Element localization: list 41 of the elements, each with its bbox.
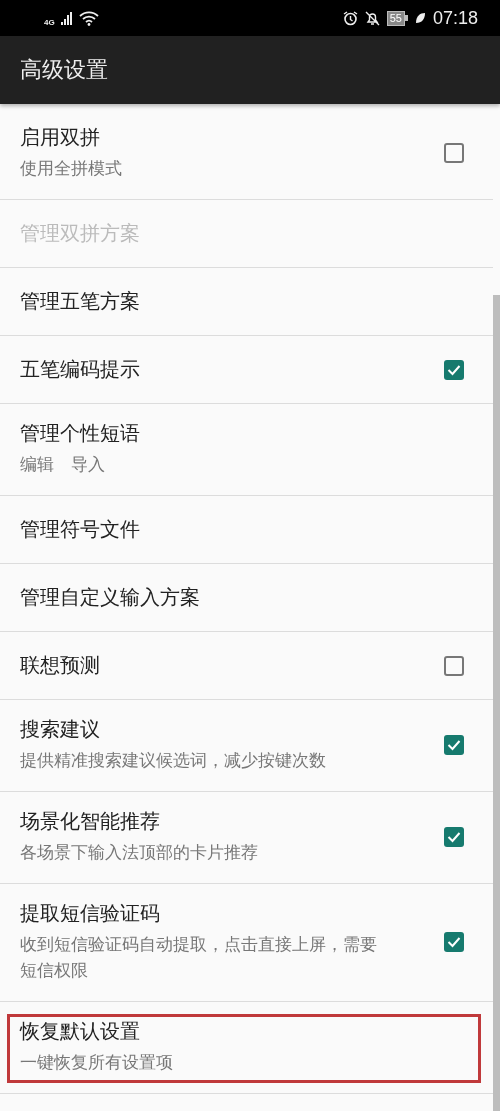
setting-title: 管理自定义输入方案 xyxy=(20,584,201,611)
wifi-icon xyxy=(78,10,99,26)
checkbox[interactable] xyxy=(443,141,465,164)
setting-title: 恢复默认设置 xyxy=(20,1018,141,1045)
setting-title: 管理符号文件 xyxy=(20,516,141,543)
settings-row[interactable]: 五笔编码提示 xyxy=(0,336,493,404)
setting-title: 启用双拼 xyxy=(20,124,101,151)
checkbox[interactable] xyxy=(443,930,465,953)
setting-summary: 收到短信验证码自动提取，点击直接上屏，需要短信权限 xyxy=(20,933,378,982)
signal-icon xyxy=(60,11,73,25)
checkbox[interactable] xyxy=(443,654,465,677)
network-type: 4G xyxy=(44,18,55,27)
setting-title: 联想预测 xyxy=(20,652,101,679)
checkbox[interactable] xyxy=(443,733,465,756)
setting-title: 管理个性短语 xyxy=(20,420,141,447)
leaf-icon xyxy=(414,12,426,24)
checkbox[interactable] xyxy=(443,825,465,848)
setting-title: 场景化智能推荐 xyxy=(20,808,161,835)
setting-title: 管理五笔方案 xyxy=(20,288,141,315)
checkbox[interactable] xyxy=(443,358,465,381)
settings-row[interactable]: 联想预测 xyxy=(0,632,493,700)
setting-title: 搜索建议 xyxy=(20,716,101,743)
setting-summary: 编辑 导入 xyxy=(20,453,106,476)
alarm-icon xyxy=(342,10,358,26)
scrollbar[interactable] xyxy=(493,295,500,1111)
setting-summary: 一键恢复所有设置项 xyxy=(20,1051,174,1074)
settings-row[interactable]: 恢复默认设置 一键恢复所有设置项 xyxy=(0,1002,493,1094)
setting-summary: 使用全拼模式 xyxy=(20,157,123,180)
setting-title: 五笔编码提示 xyxy=(20,356,141,383)
muted-bell-icon xyxy=(364,10,380,26)
setting-summary: 提供精准搜索建议候选词，减少按键次数 xyxy=(20,749,327,772)
settings-row[interactable]: 场景化智能推荐 各场景下输入法顶部的卡片推荐 xyxy=(0,792,493,884)
screen-title: 高级设置 xyxy=(20,56,108,84)
setting-title: 管理双拼方案 xyxy=(20,220,141,247)
settings-row[interactable]: 管理五笔方案 xyxy=(0,268,493,336)
settings-row[interactable]: 启用双拼 使用全拼模式 xyxy=(0,108,493,200)
clock-time: 07:18 xyxy=(432,7,478,29)
battery-icon: 55 xyxy=(386,10,408,26)
settings-row[interactable]: 搜索建议 提供精准搜索建议候选词，减少按键次数 xyxy=(0,700,493,792)
setting-summary: 各场景下输入法顶部的卡片推荐 xyxy=(20,841,259,864)
setting-title: 提取短信验证码 xyxy=(20,900,161,927)
